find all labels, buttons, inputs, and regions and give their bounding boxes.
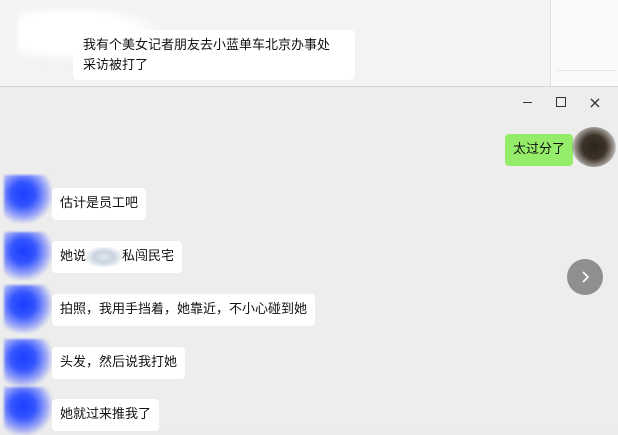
contact-avatar[interactable] — [4, 387, 52, 435]
received-message: 头发，然后说我打她 — [52, 347, 186, 379]
message-bubble[interactable]: 头发，然后说我打她 — [52, 347, 186, 379]
received-message: 她说 私闯民宅 — [52, 241, 183, 273]
close-button[interactable]: × — [578, 91, 612, 113]
window-controls: × — [510, 91, 612, 113]
message-bubble[interactable]: 她就过来推我了 — [52, 399, 160, 431]
message-text: 太过分了 — [513, 142, 566, 157]
message-text: 她就过来推我了 — [60, 407, 152, 422]
contact-avatar[interactable] — [4, 285, 52, 333]
contact-avatar[interactable] — [4, 232, 52, 280]
message-bubble[interactable]: 太过分了 — [505, 134, 574, 166]
message-bubble[interactable]: 估计是员工吧 — [52, 188, 147, 220]
message-bubble[interactable]: 她说 私闯民宅 — [52, 241, 183, 273]
background-message-text: 我有个美女记者朋友去小蓝单车北京办事处 采访被打了 — [83, 38, 331, 73]
background-side-panel — [550, 0, 618, 86]
maximize-button[interactable] — [544, 91, 578, 113]
message-bubble[interactable]: 拍照，我用手挡着，她靠近，不小心碰到她 — [52, 294, 316, 326]
message-text: 估计是员工吧 — [60, 196, 139, 211]
contact-avatar[interactable] — [4, 339, 52, 387]
background-chat-window: 我有个美女记者朋友去小蓝单车北京办事处 采访被打了 — [0, 0, 550, 86]
sent-message: 太过分了 — [505, 134, 574, 166]
chevron-right-icon — [582, 271, 590, 283]
message-text-part: 她说 — [60, 249, 87, 264]
minimize-button[interactable] — [510, 91, 544, 113]
close-icon: × — [588, 92, 602, 112]
redacted-patch — [86, 246, 123, 267]
received-message: 她就过来推我了 — [52, 399, 160, 431]
message-text-part: 私闯民宅 — [122, 249, 175, 264]
contact-avatar[interactable] — [4, 175, 52, 223]
chat-window: × 太过分了 估计是员工吧 她说 私闯民宅 拍照，我用手挡着，她靠近，不小心碰到她… — [0, 86, 618, 435]
message-text: 拍照，我用手挡着，她靠近，不小心碰到她 — [60, 302, 308, 317]
maximize-icon — [556, 97, 566, 107]
divider — [557, 70, 617, 71]
background-message-bubble: 我有个美女记者朋友去小蓝单车北京办事处 采访被打了 — [73, 30, 355, 80]
received-message: 拍照，我用手挡着，她靠近，不小心碰到她 — [52, 294, 316, 326]
next-button[interactable] — [567, 259, 603, 295]
received-message: 估计是员工吧 — [52, 188, 147, 220]
message-text: 头发，然后说我打她 — [60, 355, 178, 370]
minimize-icon — [522, 101, 532, 103]
self-avatar[interactable] — [572, 127, 616, 167]
